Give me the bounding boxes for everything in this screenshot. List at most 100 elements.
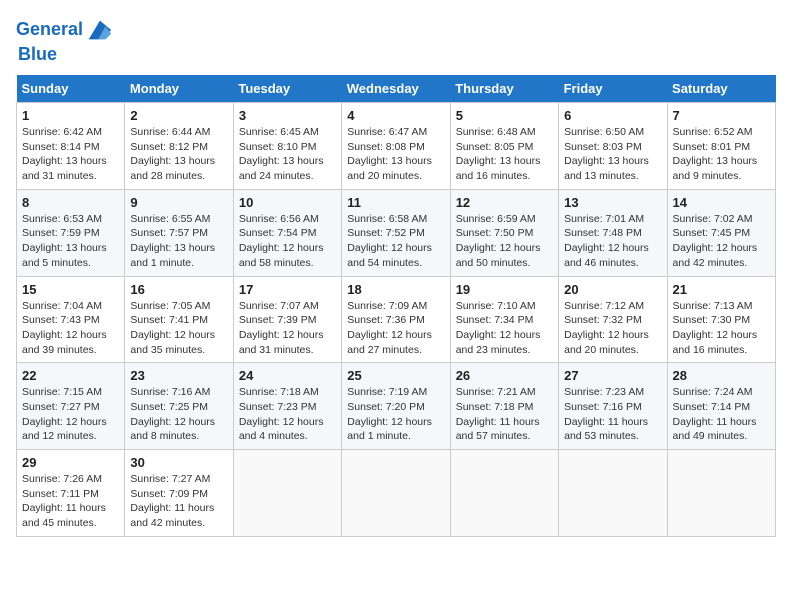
day-number: 15	[22, 282, 119, 297]
day-info: Sunrise: 7:21 AM Sunset: 7:18 PM Dayligh…	[456, 385, 553, 444]
day-info: Sunrise: 6:53 AM Sunset: 7:59 PM Dayligh…	[22, 212, 119, 271]
day-number: 3	[239, 108, 336, 123]
day-number: 29	[22, 455, 119, 470]
logo-blue: Blue	[18, 44, 113, 65]
calendar-day-18: 18 Sunrise: 7:09 AM Sunset: 7:36 PM Dayl…	[342, 276, 450, 363]
day-info: Sunrise: 7:12 AM Sunset: 7:32 PM Dayligh…	[564, 299, 661, 358]
calendar-day-28: 28 Sunrise: 7:24 AM Sunset: 7:14 PM Dayl…	[667, 363, 775, 450]
day-info: Sunrise: 7:18 AM Sunset: 7:23 PM Dayligh…	[239, 385, 336, 444]
day-info: Sunrise: 7:13 AM Sunset: 7:30 PM Dayligh…	[673, 299, 770, 358]
day-info: Sunrise: 7:10 AM Sunset: 7:34 PM Dayligh…	[456, 299, 553, 358]
calendar-day-1: 1 Sunrise: 6:42 AM Sunset: 8:14 PM Dayli…	[17, 103, 125, 190]
calendar-day-25: 25 Sunrise: 7:19 AM Sunset: 7:20 PM Dayl…	[342, 363, 450, 450]
day-info: Sunrise: 7:07 AM Sunset: 7:39 PM Dayligh…	[239, 299, 336, 358]
calendar-day-4: 4 Sunrise: 6:47 AM Sunset: 8:08 PM Dayli…	[342, 103, 450, 190]
day-number: 20	[564, 282, 661, 297]
logo-text: General	[16, 20, 83, 40]
calendar-day-29: 29 Sunrise: 7:26 AM Sunset: 7:11 PM Dayl…	[17, 450, 125, 537]
day-info: Sunrise: 6:55 AM Sunset: 7:57 PM Dayligh…	[130, 212, 227, 271]
day-number: 12	[456, 195, 553, 210]
empty-cell	[450, 450, 558, 537]
calendar-day-26: 26 Sunrise: 7:21 AM Sunset: 7:18 PM Dayl…	[450, 363, 558, 450]
calendar-table: SundayMondayTuesdayWednesdayThursdayFrid…	[16, 75, 776, 537]
col-header-friday: Friday	[559, 75, 667, 103]
col-header-wednesday: Wednesday	[342, 75, 450, 103]
day-number: 11	[347, 195, 444, 210]
day-number: 24	[239, 368, 336, 383]
calendar-day-2: 2 Sunrise: 6:44 AM Sunset: 8:12 PM Dayli…	[125, 103, 233, 190]
empty-cell	[559, 450, 667, 537]
calendar-day-30: 30 Sunrise: 7:27 AM Sunset: 7:09 PM Dayl…	[125, 450, 233, 537]
day-info: Sunrise: 7:19 AM Sunset: 7:20 PM Dayligh…	[347, 385, 444, 444]
day-number: 6	[564, 108, 661, 123]
calendar-day-8: 8 Sunrise: 6:53 AM Sunset: 7:59 PM Dayli…	[17, 189, 125, 276]
day-number: 30	[130, 455, 227, 470]
day-number: 16	[130, 282, 227, 297]
calendar-day-3: 3 Sunrise: 6:45 AM Sunset: 8:10 PM Dayli…	[233, 103, 341, 190]
day-number: 10	[239, 195, 336, 210]
col-header-saturday: Saturday	[667, 75, 775, 103]
calendar-day-14: 14 Sunrise: 7:02 AM Sunset: 7:45 PM Dayl…	[667, 189, 775, 276]
day-info: Sunrise: 7:26 AM Sunset: 7:11 PM Dayligh…	[22, 472, 119, 531]
day-info: Sunrise: 6:59 AM Sunset: 7:50 PM Dayligh…	[456, 212, 553, 271]
empty-cell	[233, 450, 341, 537]
calendar-day-20: 20 Sunrise: 7:12 AM Sunset: 7:32 PM Dayl…	[559, 276, 667, 363]
calendar-day-17: 17 Sunrise: 7:07 AM Sunset: 7:39 PM Dayl…	[233, 276, 341, 363]
day-number: 7	[673, 108, 770, 123]
calendar-day-23: 23 Sunrise: 7:16 AM Sunset: 7:25 PM Dayl…	[125, 363, 233, 450]
day-info: Sunrise: 6:50 AM Sunset: 8:03 PM Dayligh…	[564, 125, 661, 184]
col-header-tuesday: Tuesday	[233, 75, 341, 103]
day-info: Sunrise: 7:05 AM Sunset: 7:41 PM Dayligh…	[130, 299, 227, 358]
col-header-monday: Monday	[125, 75, 233, 103]
logo: General Blue	[16, 16, 113, 65]
calendar-day-10: 10 Sunrise: 6:56 AM Sunset: 7:54 PM Dayl…	[233, 189, 341, 276]
calendar-day-24: 24 Sunrise: 7:18 AM Sunset: 7:23 PM Dayl…	[233, 363, 341, 450]
day-number: 5	[456, 108, 553, 123]
day-number: 23	[130, 368, 227, 383]
day-number: 22	[22, 368, 119, 383]
day-number: 8	[22, 195, 119, 210]
day-number: 25	[347, 368, 444, 383]
calendar-day-16: 16 Sunrise: 7:05 AM Sunset: 7:41 PM Dayl…	[125, 276, 233, 363]
calendar-day-11: 11 Sunrise: 6:58 AM Sunset: 7:52 PM Dayl…	[342, 189, 450, 276]
day-info: Sunrise: 6:58 AM Sunset: 7:52 PM Dayligh…	[347, 212, 444, 271]
calendar-day-9: 9 Sunrise: 6:55 AM Sunset: 7:57 PM Dayli…	[125, 189, 233, 276]
day-info: Sunrise: 7:24 AM Sunset: 7:14 PM Dayligh…	[673, 385, 770, 444]
day-number: 27	[564, 368, 661, 383]
calendar-week-1: 1 Sunrise: 6:42 AM Sunset: 8:14 PM Dayli…	[17, 103, 776, 190]
day-number: 1	[22, 108, 119, 123]
calendar-day-27: 27 Sunrise: 7:23 AM Sunset: 7:16 PM Dayl…	[559, 363, 667, 450]
calendar-day-19: 19 Sunrise: 7:10 AM Sunset: 7:34 PM Dayl…	[450, 276, 558, 363]
day-info: Sunrise: 7:02 AM Sunset: 7:45 PM Dayligh…	[673, 212, 770, 271]
empty-cell	[667, 450, 775, 537]
day-info: Sunrise: 7:27 AM Sunset: 7:09 PM Dayligh…	[130, 472, 227, 531]
empty-cell	[342, 450, 450, 537]
calendar-day-7: 7 Sunrise: 6:52 AM Sunset: 8:01 PM Dayli…	[667, 103, 775, 190]
day-number: 2	[130, 108, 227, 123]
col-header-thursday: Thursday	[450, 75, 558, 103]
day-info: Sunrise: 7:01 AM Sunset: 7:48 PM Dayligh…	[564, 212, 661, 271]
logo-icon	[85, 16, 113, 44]
page-header: General Blue	[16, 16, 776, 65]
day-info: Sunrise: 6:44 AM Sunset: 8:12 PM Dayligh…	[130, 125, 227, 184]
day-info: Sunrise: 7:15 AM Sunset: 7:27 PM Dayligh…	[22, 385, 119, 444]
calendar-day-5: 5 Sunrise: 6:48 AM Sunset: 8:05 PM Dayli…	[450, 103, 558, 190]
day-info: Sunrise: 6:47 AM Sunset: 8:08 PM Dayligh…	[347, 125, 444, 184]
calendar-day-21: 21 Sunrise: 7:13 AM Sunset: 7:30 PM Dayl…	[667, 276, 775, 363]
day-info: Sunrise: 6:48 AM Sunset: 8:05 PM Dayligh…	[456, 125, 553, 184]
calendar-week-5: 29 Sunrise: 7:26 AM Sunset: 7:11 PM Dayl…	[17, 450, 776, 537]
day-info: Sunrise: 6:56 AM Sunset: 7:54 PM Dayligh…	[239, 212, 336, 271]
day-info: Sunrise: 7:09 AM Sunset: 7:36 PM Dayligh…	[347, 299, 444, 358]
day-info: Sunrise: 7:04 AM Sunset: 7:43 PM Dayligh…	[22, 299, 119, 358]
day-number: 4	[347, 108, 444, 123]
calendar-week-4: 22 Sunrise: 7:15 AM Sunset: 7:27 PM Dayl…	[17, 363, 776, 450]
day-number: 21	[673, 282, 770, 297]
calendar-day-6: 6 Sunrise: 6:50 AM Sunset: 8:03 PM Dayli…	[559, 103, 667, 190]
calendar-day-13: 13 Sunrise: 7:01 AM Sunset: 7:48 PM Dayl…	[559, 189, 667, 276]
day-number: 13	[564, 195, 661, 210]
calendar-week-3: 15 Sunrise: 7:04 AM Sunset: 7:43 PM Dayl…	[17, 276, 776, 363]
calendar-day-12: 12 Sunrise: 6:59 AM Sunset: 7:50 PM Dayl…	[450, 189, 558, 276]
day-number: 9	[130, 195, 227, 210]
day-number: 18	[347, 282, 444, 297]
day-number: 28	[673, 368, 770, 383]
